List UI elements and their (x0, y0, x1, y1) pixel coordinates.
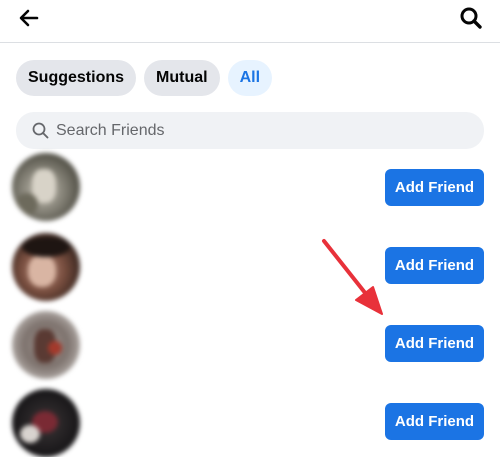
tab-suggestions[interactable]: Suggestions (16, 60, 137, 96)
search-button[interactable] (456, 3, 486, 33)
add-friend-button[interactable]: Add Friend (385, 247, 484, 284)
list-item: Add Friend (0, 389, 500, 457)
add-friend-button[interactable]: Add Friend (385, 325, 484, 362)
add-friend-button[interactable]: Add Friend (385, 169, 484, 206)
avatar[interactable] (12, 311, 80, 379)
back-button[interactable] (14, 4, 44, 32)
search-input[interactable] (56, 121, 456, 140)
top-bar (0, 0, 500, 43)
list-item: Add Friend (0, 233, 500, 311)
back-arrow-icon (19, 9, 39, 27)
tab-mutual[interactable]: Mutual (144, 60, 220, 96)
filter-tabs: Suggestions Mutual All (16, 60, 273, 96)
search-icon (460, 7, 482, 29)
avatar[interactable] (12, 389, 80, 457)
avatar[interactable] (12, 153, 80, 221)
search-icon (32, 122, 50, 140)
add-friend-button[interactable]: Add Friend (385, 403, 484, 440)
tab-all[interactable]: All (227, 60, 273, 96)
list-item: Add Friend (0, 153, 500, 231)
search-bar[interactable] (16, 112, 484, 149)
avatar[interactable] (12, 233, 80, 301)
list-item: Add Friend (0, 311, 500, 389)
